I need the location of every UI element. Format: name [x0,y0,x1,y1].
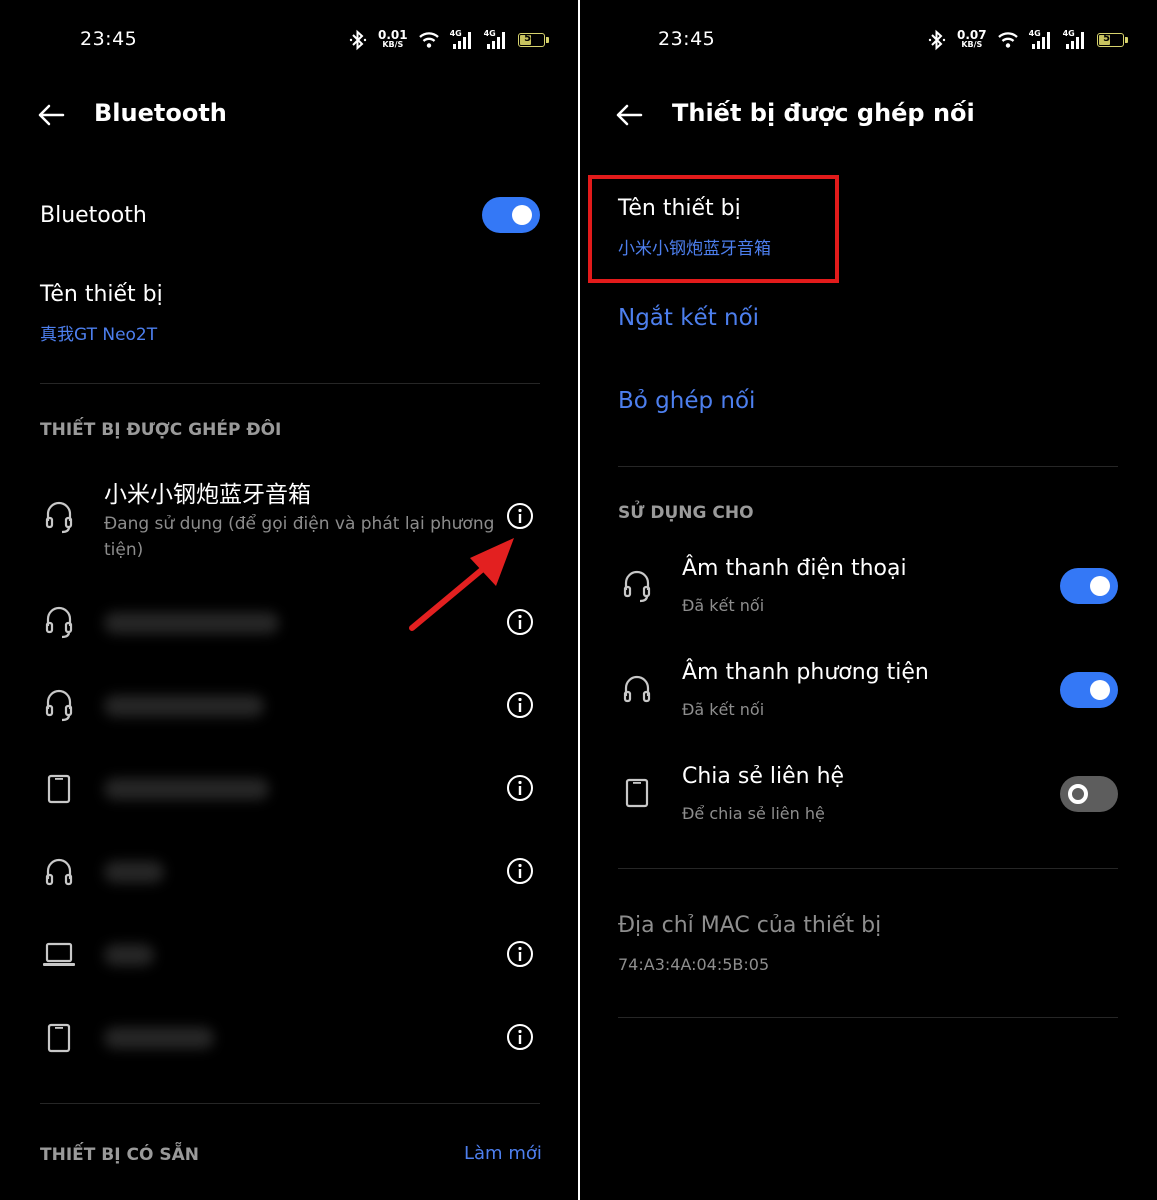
status-time: 23:45 [658,28,716,50]
phone-icon [47,1023,71,1053]
divider [40,1103,540,1104]
wifi-icon [997,32,1018,48]
mac-address-label: Địa chỉ MAC của thiết bị [618,913,882,938]
page-title: Bluetooth [94,99,227,127]
red-arrow-annotation [409,538,514,631]
back-arrow-icon[interactable] [36,100,66,130]
info-icon[interactable] [506,857,534,885]
blurred-device-name [104,861,164,883]
network-speed: 0.07 KB/S [957,28,987,49]
paired-device-item[interactable] [0,839,578,905]
profile-subtitle: Để chia sẻ liên hệ [682,804,825,823]
available-devices-section-title: THIẾT BỊ CÓ SẴN [40,1145,199,1165]
signal-icon-sim2: 4G [484,29,508,51]
wifi-icon [418,32,439,48]
headphones-icon [623,675,651,703]
paired-device-item[interactable] [0,1005,578,1071]
profile-title: Âm thanh điện thoại [682,556,907,581]
profile-phone-audio-row[interactable]: Âm thanh điện thoại Đã kết nối [580,550,1157,630]
profile-title: Âm thanh phương tiện [682,660,929,685]
headset-icon [623,570,651,603]
blurred-device-name [104,612,279,634]
profile-title: Chia sẻ liên hệ [682,764,845,789]
highlight-box-annotation [588,175,839,283]
device-name-row[interactable]: Tên thiết bị 真我GT Neo2T [0,272,578,352]
disconnect-button[interactable]: Ngắt kết nối [618,305,759,331]
divider [618,868,1118,869]
paired-device-item[interactable] [0,756,578,822]
blurred-device-name [104,778,269,800]
info-icon[interactable] [506,691,534,719]
laptop-icon [43,942,75,966]
blurred-device-name [104,695,264,717]
phone-audio-toggle[interactable] [1060,568,1118,604]
device-name-value: 真我GT Neo2T [40,325,158,345]
bluetooth-status-icon [928,29,946,51]
blurred-device-name [104,1027,214,1049]
paired-device-details-screen: 23:45 0.07 KB/S 4G 4G 50 Thiết bị được gh… [580,0,1157,1200]
divider [618,1017,1118,1018]
battery-icon: 50 [1096,33,1128,47]
bluetooth-toggle-row[interactable]: Bluetooth [0,185,578,247]
page-title: Thiết bị được ghép nối [672,99,975,127]
info-icon[interactable] [506,940,534,968]
contact-sharing-toggle[interactable] [1060,776,1118,812]
headset-icon [45,606,73,639]
paired-device-item[interactable] [0,922,578,988]
info-icon[interactable] [506,774,534,802]
bluetooth-status-icon [349,29,367,51]
phone-icon [47,774,71,804]
use-for-section-title: SỬ DỤNG CHO [618,503,754,523]
headphones-icon [45,858,73,886]
back-arrow-icon[interactable] [614,100,644,130]
signal-icon-sim2: 4G [1063,29,1087,51]
mac-address-value: 74:A3:4A:04:5B:05 [618,955,770,974]
paired-device-name: 小米小钢炮蓝牙音箱 [104,482,311,508]
bluetooth-toggle[interactable] [482,197,540,233]
info-icon[interactable] [506,1023,534,1051]
headset-icon [45,689,73,722]
paired-device-item[interactable] [0,673,578,739]
profile-subtitle: Đã kết nối [682,700,765,719]
refresh-button[interactable]: Làm mới [464,1143,542,1164]
headset-icon [45,501,73,534]
device-name-label: Tên thiết bị [40,282,163,307]
battery-icon: 50 [517,33,549,47]
bluetooth-label: Bluetooth [40,203,147,228]
media-audio-toggle[interactable] [1060,672,1118,708]
blurred-device-name [104,944,154,966]
profile-contact-sharing-row[interactable]: Chia sẻ liên hệ Để chia sẻ liên hệ [580,758,1157,838]
network-speed: 0.01 KB/S [378,28,408,49]
signal-icon-sim1: 4G [1029,29,1053,51]
profile-subtitle: Đã kết nối [682,596,765,615]
profile-media-audio-row[interactable]: Âm thanh phương tiện Đã kết nối [580,654,1157,734]
status-icons: 0.01 KB/S 4G 4G 50 [348,27,549,53]
divider [618,466,1118,467]
unpair-button[interactable]: Bỏ ghép nối [618,388,755,414]
bluetooth-settings-screen: 23:45 0.01 KB/S 4G 4G 50 Bluetooth Blueto… [0,0,578,1200]
paired-devices-section-title: THIẾT BỊ ĐƯỢC GHÉP ĐÔI [40,420,282,440]
status-icons: 0.07 KB/S 4G 4G 50 [927,27,1128,53]
status-time: 23:45 [80,28,138,50]
mac-address-row: Địa chỉ MAC của thiết bị 74:A3:4A:04:5B:… [580,905,1157,985]
divider [40,383,540,384]
phone-icon [625,778,649,808]
signal-icon-sim1: 4G [450,29,474,51]
